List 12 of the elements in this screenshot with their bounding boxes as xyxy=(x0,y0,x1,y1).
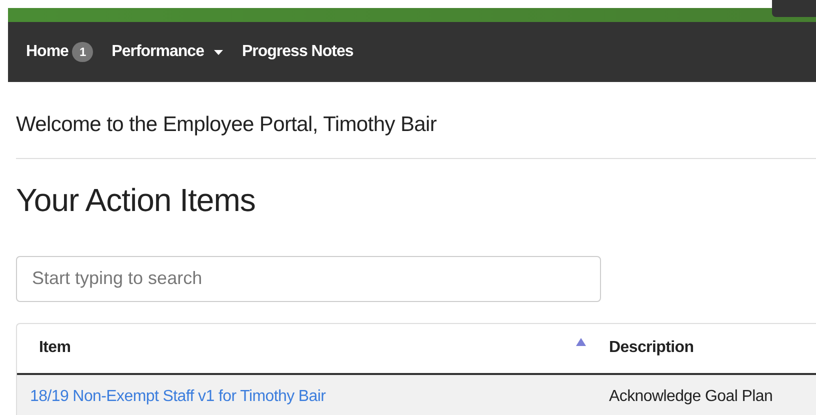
item-link[interactable]: 18/19 Non-Exempt Staff v1 for Timothy Bair xyxy=(17,384,594,409)
welcome-text: Welcome to the Employee Portal, Timothy Bair xyxy=(16,112,438,138)
nav-link[interactable]: Progress Notes xyxy=(242,40,354,64)
sort-icon[interactable] xyxy=(576,338,586,346)
nav-dropdown[interactable]: Performance xyxy=(112,40,223,64)
page-heading: Your Action Items xyxy=(16,180,256,219)
column-header[interactable]: Item xyxy=(39,336,71,360)
table-cell-text: Acknowledge Goal Plan xyxy=(608,386,773,407)
count-badge: 1 xyxy=(72,42,93,62)
column-header[interactable]: Description xyxy=(609,339,694,356)
search-field[interactable]: Start typing to search xyxy=(16,256,601,302)
nav-link[interactable]: Home 1 xyxy=(26,40,93,64)
